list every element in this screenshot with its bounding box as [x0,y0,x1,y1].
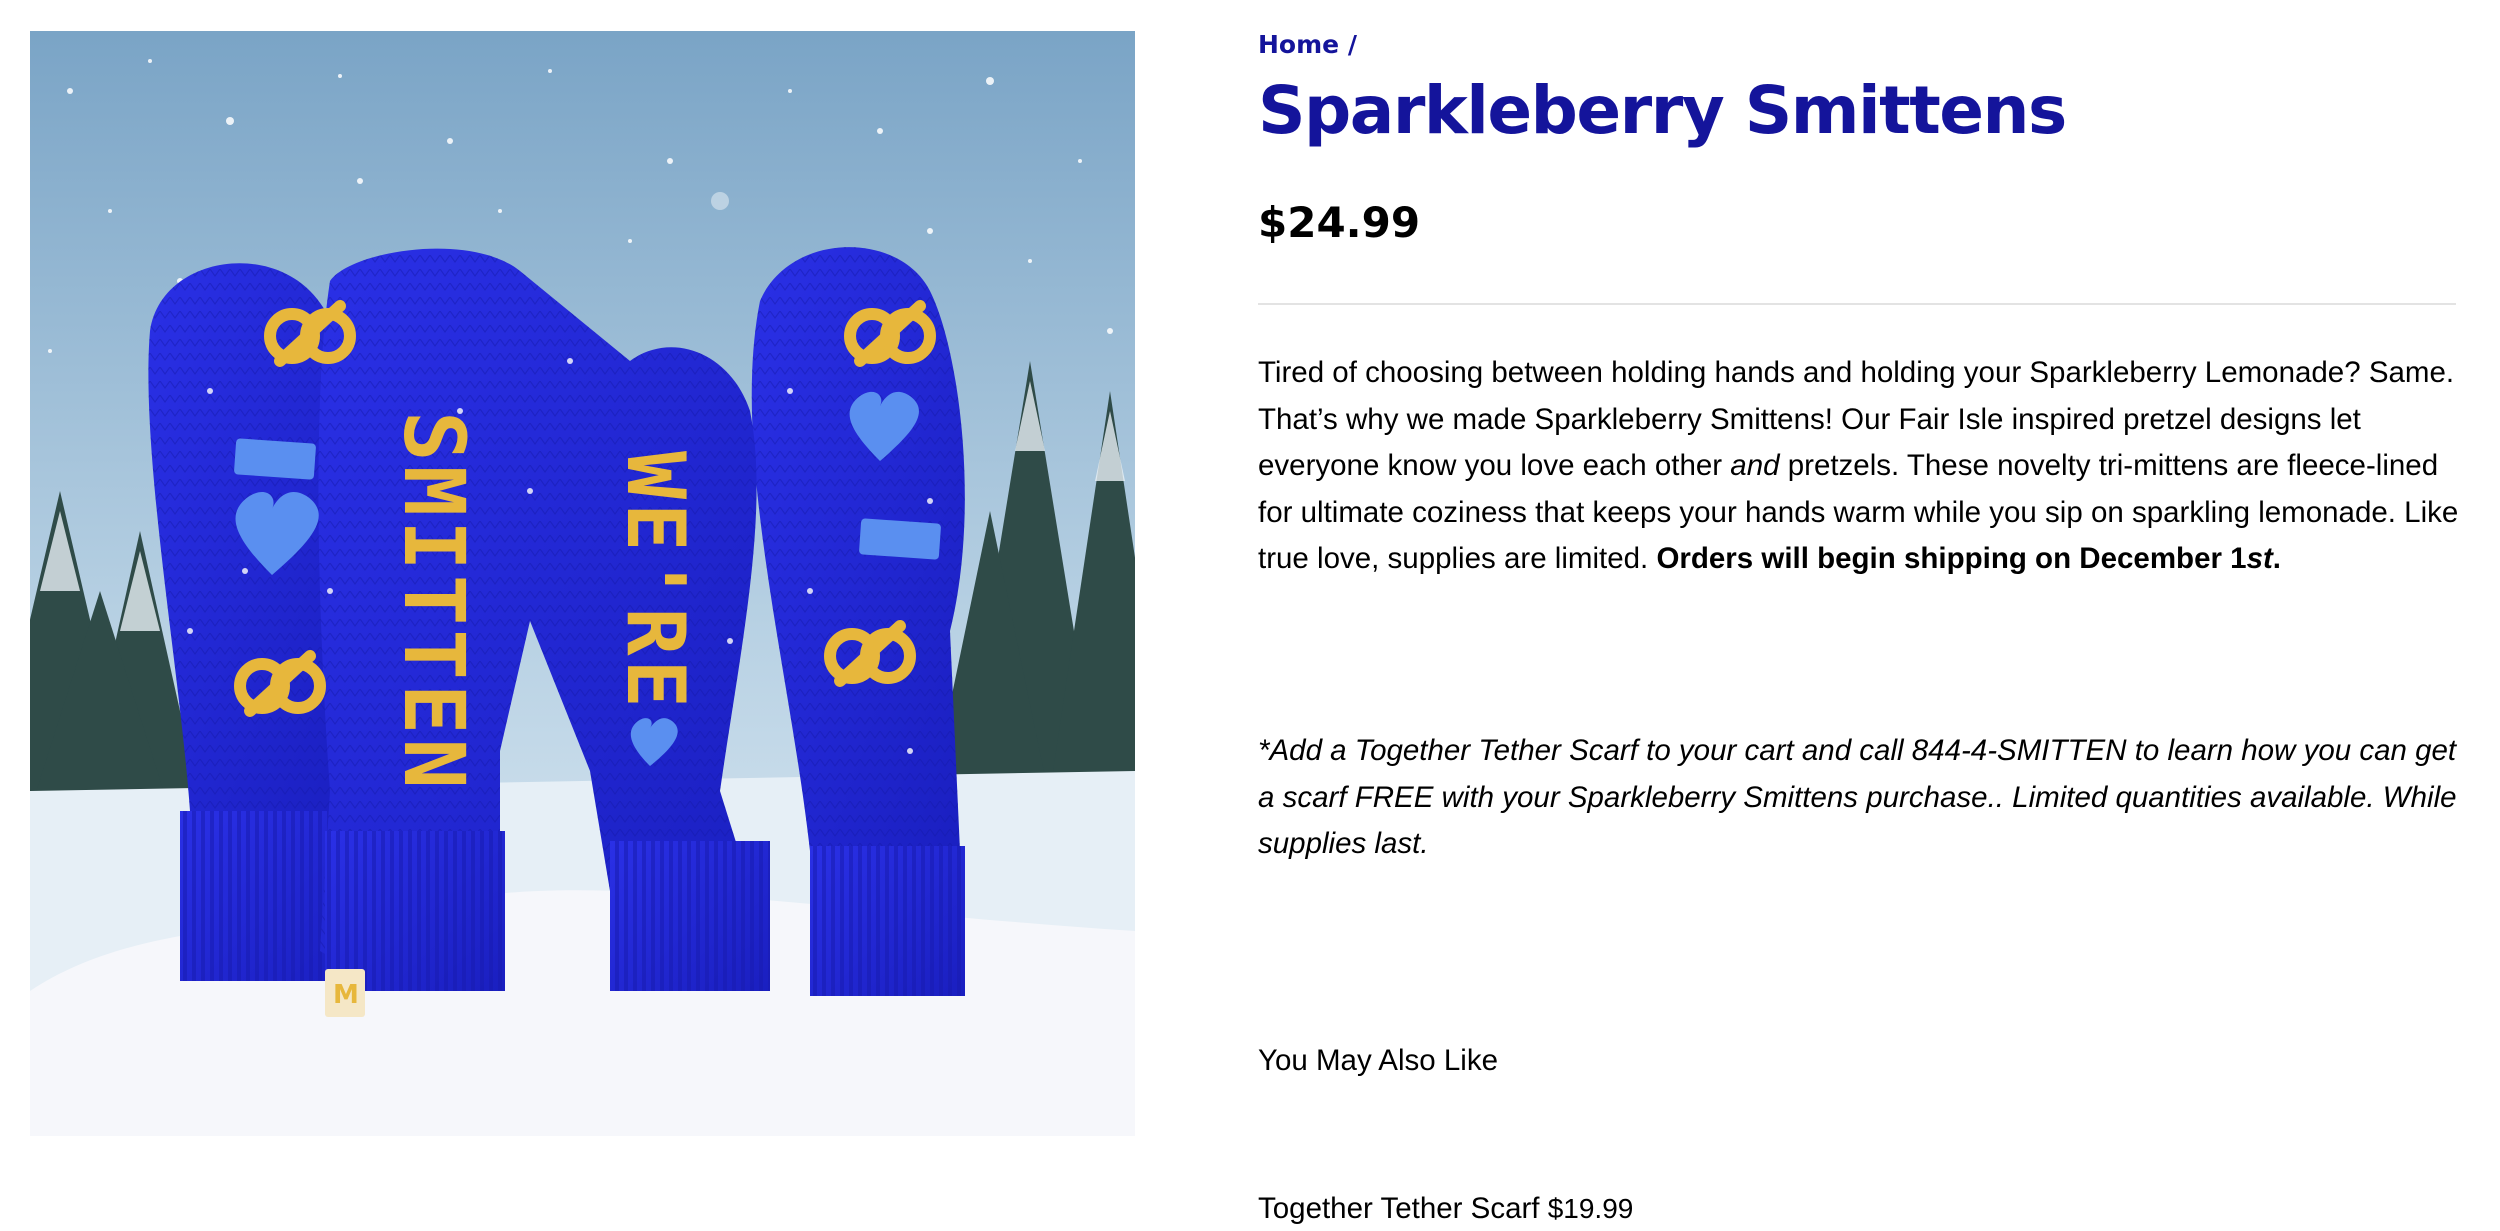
related-heading: You May Also Like [1258,1044,1498,1077]
svg-text:SMITTEN: SMITTEN [385,411,483,793]
shipping-note: Orders will begin shipping on December 1… [1656,542,2281,575]
breadcrumb: Home / [1258,30,1357,59]
product-image[interactable]: SMITTEN WE'RE M [30,31,1135,1136]
description-emphasis: and [1730,449,1780,482]
related-item-price: $19.99 [1547,1193,1634,1224]
product-description: Tired of choosing between holding hands … [1258,350,2463,583]
svg-text:WE'RE: WE'RE [609,451,702,712]
promo-note: *Add a Together Tether Scarf to your car… [1258,734,2457,860]
page-title: Sparkleberry Smittens [1258,72,2067,149]
breadcrumb-home-link[interactable]: Home [1258,30,1339,59]
divider [1258,303,2456,305]
product-photo: SMITTEN WE'RE M [30,31,1135,1136]
related-item-together-tether-scarf[interactable]: Together Tether Scarf $19.99 [1258,1192,1633,1226]
breadcrumb-separator: / [1347,30,1357,59]
product-price: $24.99 [1258,198,1421,247]
related-item-name: Together Tether Scarf [1258,1192,1540,1225]
svg-text:M: M [333,980,359,1010]
